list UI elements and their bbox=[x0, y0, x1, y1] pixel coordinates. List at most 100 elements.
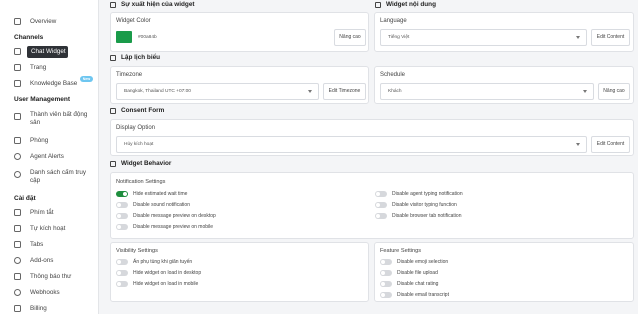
toggle-switch[interactable] bbox=[116, 213, 128, 219]
palette-icon bbox=[110, 1, 116, 8]
toggle-switch[interactable] bbox=[380, 281, 392, 287]
toggle-row: Hide widget on load in desktop bbox=[116, 270, 201, 276]
toggle-switch[interactable] bbox=[116, 259, 128, 265]
sidebar-heading-settings: Cài đặt bbox=[14, 195, 36, 202]
toggle-label: Disable message preview on mobile bbox=[133, 224, 214, 230]
consent-edit-button[interactable]: Edit Content bbox=[591, 136, 630, 153]
toggle-label: Hide widget on load in desktop bbox=[133, 270, 202, 276]
consent-section-title: Consent Form bbox=[110, 107, 164, 114]
lock-icon bbox=[110, 107, 116, 114]
schedule-select[interactable]: Khách bbox=[380, 83, 594, 100]
toggle-switch[interactable] bbox=[380, 270, 392, 276]
edit-timezone-button[interactable]: Edit Timezone bbox=[323, 83, 366, 100]
appearance-section-title: Sự xuất hiện của widget bbox=[110, 1, 195, 8]
toggle-switch[interactable] bbox=[380, 259, 392, 265]
toggle-row: Disable message preview on mobile bbox=[116, 224, 213, 230]
toggle-label: Disable visitor typing function bbox=[392, 202, 457, 208]
schedule-advanced-button[interactable]: Nâng cao bbox=[598, 83, 630, 100]
toggle-switch[interactable] bbox=[116, 281, 128, 287]
toggle-label: Hide estimated wait time bbox=[133, 191, 188, 197]
toggle-switch[interactable] bbox=[116, 270, 128, 276]
content-edit-button[interactable]: Edit Content bbox=[591, 29, 630, 46]
visibility-settings-card: Visibility Settings Ẩn phụ tùng khi giãn… bbox=[110, 242, 369, 302]
color-value: #00a84b bbox=[138, 35, 157, 40]
book-icon bbox=[14, 80, 21, 87]
toggle-row: Disable visitor typing function bbox=[375, 202, 457, 208]
toggle-label: Disable file upload bbox=[397, 270, 438, 276]
widget-color-label: Widget Color bbox=[116, 18, 151, 24]
shortcut-icon bbox=[14, 209, 21, 216]
visibility-settings-title: Visibility Settings bbox=[116, 248, 158, 254]
feature-settings-card: Feature Settings Disable emoji selection… bbox=[374, 242, 634, 302]
timezone-card: Timezone Bangkok, Thailand UTC +07:00 Ed… bbox=[110, 66, 369, 104]
toggle-label: Disable message preview on desktop bbox=[133, 213, 216, 219]
feature-settings-title: Feature Settings bbox=[380, 248, 422, 254]
notification-settings-card: Notification Settings Hide estimated wai… bbox=[110, 172, 634, 239]
timezone-label: Timezone bbox=[116, 72, 143, 78]
toggle-switch[interactable] bbox=[116, 224, 128, 230]
settings-icon bbox=[110, 160, 116, 167]
toggle-label: Ẩn phụ tùng khi giãn tuyến bbox=[133, 259, 193, 265]
chat-widget-icon bbox=[14, 48, 21, 55]
toggle-switch[interactable] bbox=[375, 213, 387, 219]
webhook-icon bbox=[14, 289, 21, 296]
toggle-row: Disable message preview on desktop bbox=[116, 213, 216, 219]
schedule-card: Schedule Khách Nâng cao bbox=[374, 66, 634, 104]
toggle-label: Disable emoji selection bbox=[397, 259, 449, 265]
toggle-label: Hide widget on load in mobile bbox=[133, 281, 199, 287]
sidebar-item-chat-widget-label: Chat Widget bbox=[31, 48, 66, 55]
toggle-row: Disable email transcript bbox=[380, 292, 449, 298]
toggle-switch[interactable] bbox=[380, 292, 392, 298]
tabs-icon bbox=[14, 241, 21, 248]
toggle-row: Disable sound notification bbox=[116, 202, 190, 208]
content-icon bbox=[375, 1, 381, 8]
ban-icon bbox=[14, 171, 21, 178]
toggle-switch[interactable] bbox=[116, 191, 128, 197]
toggle-label: Disable chat rating bbox=[397, 281, 439, 287]
timezone-select[interactable]: Bangkok, Thailand UTC +07:00 bbox=[116, 83, 319, 100]
chevron-down-icon bbox=[583, 90, 587, 93]
appearance-advanced-button[interactable]: Nâng cao bbox=[334, 29, 366, 46]
page-icon bbox=[14, 64, 21, 71]
toggle-row: Ẩn phụ tùng khi giãn tuyến bbox=[116, 259, 192, 265]
chevron-down-icon bbox=[308, 90, 312, 93]
color-swatch[interactable] bbox=[116, 31, 132, 43]
widget-color-card: Widget Color #00a84b Nâng cao bbox=[110, 12, 369, 52]
consent-card: Display Option Hủy kích hoạt Edit Conten… bbox=[110, 119, 634, 156]
mail-icon bbox=[14, 273, 21, 280]
schedule-section-title: Lập lịch biểu bbox=[110, 54, 160, 61]
toggle-label: Disable agent typing notification bbox=[392, 191, 463, 197]
widget-content-card: Language Tiếng Việt Edit Content bbox=[374, 12, 634, 52]
dashboard-icon bbox=[14, 18, 21, 25]
toggle-row: Disable agent typing notification bbox=[375, 191, 463, 197]
language-label: Language bbox=[380, 18, 407, 24]
trigger-icon bbox=[14, 225, 21, 232]
display-option-select[interactable]: Hủy kích hoạt bbox=[116, 136, 587, 153]
toggle-row: Hide widget on load in mobile bbox=[116, 281, 198, 287]
toggle-row: Hide estimated wait time bbox=[116, 191, 187, 197]
new-badge: New bbox=[80, 76, 93, 82]
sidebar-heading-channels: Channels bbox=[14, 34, 44, 41]
sidebar-heading-user-management: User Management bbox=[14, 96, 70, 103]
chevron-down-icon bbox=[576, 36, 580, 39]
content-section-title: Widget nội dung bbox=[375, 1, 436, 8]
schedule-label: Schedule bbox=[380, 72, 406, 78]
display-option-label: Display Option bbox=[116, 125, 156, 131]
toggle-switch[interactable] bbox=[375, 191, 387, 197]
toggle-label: Disable email transcript bbox=[397, 292, 449, 298]
sidebar: Overview Channels Chat Widget Trang Know… bbox=[0, 0, 99, 314]
toggle-row: Disable emoji selection bbox=[380, 259, 448, 265]
alert-icon bbox=[14, 153, 21, 160]
behavior-section-title: Widget Behavior bbox=[110, 160, 171, 167]
dollar-icon bbox=[14, 305, 21, 312]
language-select[interactable]: Tiếng Việt bbox=[380, 29, 587, 46]
toggle-row: Disable browser tab notification bbox=[375, 213, 461, 219]
calendar-icon bbox=[110, 54, 116, 61]
toggle-switch[interactable] bbox=[116, 202, 128, 208]
notification-settings-title: Notification Settings bbox=[116, 179, 166, 185]
toggle-row: Disable file upload bbox=[380, 270, 438, 276]
toggle-label: Disable sound notification bbox=[133, 202, 190, 208]
toggle-switch[interactable] bbox=[375, 202, 387, 208]
department-icon bbox=[14, 137, 21, 144]
toggle-row: Disable chat rating bbox=[380, 281, 438, 287]
